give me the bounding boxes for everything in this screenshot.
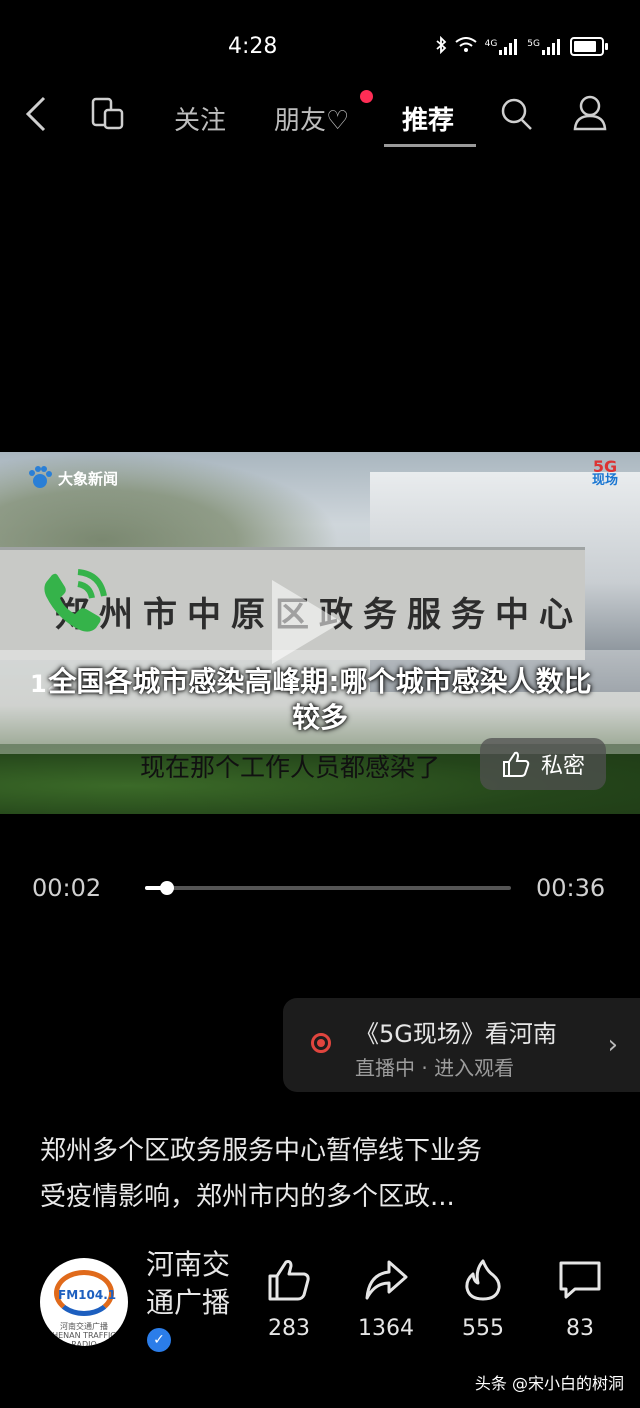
share-button[interactable]: 1364: [341, 1258, 431, 1341]
video-logo-right-bottom: 现场: [591, 473, 618, 488]
tab-friends[interactable]: 朋友♡: [274, 100, 349, 137]
paw-icon: [29, 466, 52, 488]
progress-thumb[interactable]: [159, 881, 174, 895]
battery-icon: [570, 37, 608, 56]
comment-count: 83: [566, 1316, 594, 1341]
video-logo-left: 大象新闻: [26, 464, 118, 492]
video-logo-right-top: 5G: [592, 457, 618, 476]
avatar-logo-text: FM104.1: [58, 1288, 117, 1302]
progress-slider[interactable]: [145, 881, 511, 895]
video-logo-right: 5G 现场: [591, 457, 618, 488]
fire-icon: [465, 1259, 501, 1301]
video-description[interactable]: 郑州多个区政务服务中心暂停线下业务 受疫情影响，郑州市内的多个区政...: [40, 1128, 600, 1220]
current-time: 00:02: [32, 874, 102, 902]
description-line-1: 郑州多个区政务服务中心暂停线下业务: [40, 1136, 483, 1166]
video-player[interactable]: 郑州市中原区政务服务中心 大象新闻 5G 现场 12 全国各城市感染高峰期:哪个…: [0, 452, 640, 814]
network-4g-label: 4G: [484, 38, 498, 49]
signal-5g-icon: 5G: [527, 38, 562, 55]
duration: 00:36: [536, 874, 606, 902]
video-subtitle: 现在那个工作人员都感染了: [140, 753, 441, 782]
profile-icon[interactable]: [572, 94, 608, 136]
verified-icon: ✓: [147, 1328, 171, 1352]
watermark: 头条 @宋小白的树洞: [474, 1374, 624, 1393]
avatar[interactable]: FM104.1 河南交通广播 HENAN TRAFFIC RADIO: [40, 1258, 128, 1346]
avatar-caption: 河南交通广播 HENAN TRAFFIC RADIO: [52, 1322, 116, 1346]
hot-count: 555: [462, 1316, 504, 1341]
like-count: 283: [268, 1316, 310, 1341]
share-arrow-icon: [365, 1260, 408, 1300]
top-nav: 关注 朋友♡ 推荐: [0, 90, 640, 150]
author-name-line-2: 通广播: [146, 1286, 231, 1319]
live-card[interactable]: 《5G现场》看河南 直播中 · 进入观看 ›: [283, 998, 640, 1092]
chevron-right-icon: ›: [607, 1030, 618, 1060]
private-like-label: 私密: [540, 754, 585, 779]
wifi-icon: [454, 37, 477, 56]
status-icons: 4G 5G: [435, 35, 608, 57]
active-tab-indicator: [384, 144, 476, 147]
author-name[interactable]: 河南交 通广播: [146, 1246, 246, 1322]
tab-recommend[interactable]: 推荐: [402, 100, 454, 137]
back-icon[interactable]: [24, 96, 48, 136]
thumb-up-icon: [268, 1260, 310, 1301]
phone-icon: [34, 562, 114, 642]
video-logo-left-text: 大象新闻: [58, 469, 119, 488]
description-line-2: 受疫情影响，郑州市内的多个区政...: [40, 1182, 455, 1212]
private-like-button[interactable]: 私密: [480, 738, 606, 790]
status-time: 4:28: [228, 34, 278, 59]
share-count: 1364: [358, 1316, 414, 1341]
live-title: 《5G现场》看河南: [355, 1020, 557, 1048]
live-record-icon: [311, 1033, 331, 1053]
screen-switch-icon[interactable]: [90, 96, 126, 136]
comment-icon: [559, 1261, 601, 1299]
search-icon[interactable]: [500, 96, 534, 136]
video-title: 全国各城市感染高峰期:哪个城市感染人数比较多: [48, 665, 592, 734]
live-subtitle: 直播中 · 进入观看: [355, 1056, 515, 1080]
comment-button[interactable]: 83: [535, 1258, 625, 1341]
network-5g-label: 5G: [527, 38, 540, 49]
notification-dot: [360, 90, 373, 103]
signal-4g-icon: 4G: [484, 38, 520, 55]
like-button[interactable]: 283: [244, 1258, 334, 1341]
hot-button[interactable]: 555: [438, 1258, 528, 1341]
tab-follow[interactable]: 关注: [174, 100, 226, 137]
thumb-up-icon: [502, 751, 530, 777]
author-name-line-1: 河南交: [146, 1248, 231, 1281]
bluetooth-icon: [435, 35, 447, 57]
